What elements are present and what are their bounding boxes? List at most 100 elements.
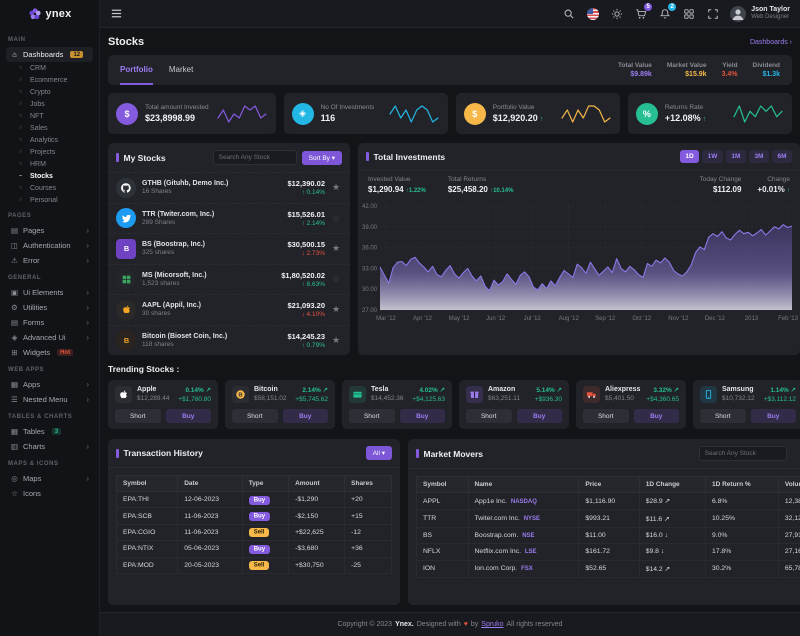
sidebar-item-tables[interactable]: ▦Tables3 — [6, 424, 93, 439]
stock-row[interactable]: BBS (Boostrap, Inc.)325 shares$30,500.15… — [108, 233, 350, 264]
buy-button[interactable]: Buy — [400, 409, 446, 423]
sidebar-item-error[interactable]: ⚠Error› — [6, 253, 93, 268]
sidebar-subitem-nft[interactable]: ○NFT — [6, 110, 93, 122]
my-stocks-search-input[interactable] — [213, 150, 297, 165]
star-filled-icon[interactable]: ★ — [332, 243, 342, 254]
notification-count-badge: 2 — [668, 3, 676, 11]
brand-logo[interactable]: ynex — [0, 0, 99, 28]
star-filled-icon[interactable]: ★ — [332, 182, 342, 193]
apps-grid-icon[interactable] — [682, 7, 696, 21]
sidebar-item-utilities[interactable]: ⚙Utilities› — [6, 300, 93, 315]
sidebar-item-pages[interactable]: ▤Pages› — [6, 223, 93, 238]
sidebar-item-charts[interactable]: ▥Charts› — [6, 439, 93, 454]
stock-row[interactable]: GTHB (Gituhb, Demo Inc.)16 Shares$12,390… — [108, 172, 350, 203]
notifications-bell-icon[interactable]: 2 — [658, 7, 672, 21]
sidebar-item-widgets[interactable]: ⊞WidgetsHot — [6, 345, 93, 360]
tab-market[interactable]: Market — [169, 55, 193, 85]
table-row[interactable]: NFLXNetflix.com Inc. LSE$161.72$9.8 ↓17.… — [417, 544, 800, 560]
short-button[interactable]: Short — [115, 409, 161, 423]
transactions-filter-button[interactable]: All ▾ — [366, 446, 392, 460]
sidebar-item-ui-elements[interactable]: ▣Ui Elements› — [6, 285, 93, 300]
stock-row[interactable]: MS (Micorsoft, Inc.)1,523 shares$1,80,52… — [108, 264, 350, 295]
range-button-3m[interactable]: 3M — [749, 150, 769, 163]
search-icon[interactable] — [562, 7, 576, 21]
portfolio-value-icon: $ — [464, 103, 486, 125]
short-button[interactable]: Short — [466, 409, 512, 423]
stock-row[interactable]: AAPL (Appil, Inc.)30 shares$21,093.20↓ 4… — [108, 294, 350, 325]
table-row[interactable]: EPA:CGIO11-06-2023Sell+$22,625-12 — [117, 524, 392, 540]
breadcrumb[interactable]: Dashboards › — [750, 39, 800, 46]
table-row[interactable]: BSBoostrap.com. NSE$11.00$16.0 ↓9.0%27,9… — [417, 527, 800, 543]
trending-stock-name: Amazon — [488, 386, 520, 393]
sidebar-item-dashboards[interactable]: ⌂Dashboards12 — [6, 47, 93, 62]
stock-row[interactable]: TTR (Twiter.com, Inc.)289 Shares$15,526.… — [108, 203, 350, 234]
cart-icon[interactable]: 5 — [634, 7, 648, 21]
sidebar-subitem-ecommerce[interactable]: ○Ecommerce — [6, 74, 93, 86]
star-outline-icon[interactable]: ☆ — [332, 274, 342, 285]
tab-portfolio[interactable]: Portfolio — [120, 55, 153, 85]
sidebar-item-forms[interactable]: ▤Forms› — [6, 315, 93, 330]
buy-button[interactable]: Buy — [166, 409, 212, 423]
footer-designer-link[interactable]: Spruko — [481, 621, 503, 628]
user-profile[interactable]: Json Taylor Web Designer — [730, 6, 790, 22]
range-button-6m[interactable]: 6M — [772, 150, 792, 163]
sidebar-subitem-analytics[interactable]: ○Analytics — [6, 134, 93, 146]
sidebar-subitem-jobs[interactable]: ○Jobs — [6, 98, 93, 110]
sidebar-item-maps[interactable]: ◎Maps› — [6, 471, 93, 486]
stock-right: $1,80,520.02↑ 8.63% — [281, 271, 325, 288]
sidebar-section-title: WEB APPS — [8, 367, 91, 373]
sidebar-item-apps[interactable]: ▦Apps› — [6, 377, 93, 392]
star-outline-icon[interactable]: ☆ — [332, 213, 342, 224]
table-row[interactable]: EPA:THI12-06-2023Buy-$1,290+20 — [117, 492, 392, 508]
table-row[interactable]: TTRTwiter.com Inc. NYSE$993.21$11.6 ↗10.… — [417, 510, 800, 527]
short-button[interactable]: Short — [583, 409, 629, 423]
sidebar-subitem-sales[interactable]: ○Sales — [6, 122, 93, 134]
market-movers-search-input[interactable] — [699, 446, 787, 461]
table-row[interactable]: IONIon.com Corp. FSX$52.65$14.2 ↗30.2%65… — [417, 560, 800, 577]
language-flag-icon[interactable] — [586, 7, 600, 21]
bullet-icon: ○ — [19, 149, 25, 155]
sidebar-subitem-personal[interactable]: ○Personal — [6, 194, 93, 206]
star-filled-icon[interactable]: ★ — [332, 304, 342, 315]
sidebar-item-label: Authentication — [23, 241, 71, 250]
sidebar-subitem-label: CRM — [30, 65, 46, 72]
sidebar-subitem-label: Crypto — [30, 89, 51, 96]
svg-text:Jun '12: Jun '12 — [486, 316, 506, 322]
buy-button[interactable]: Buy — [634, 409, 680, 423]
buy-button[interactable]: Buy — [517, 409, 563, 423]
sidebar-subitem-stocks[interactable]: –Stocks — [6, 170, 93, 182]
theme-toggle-icon[interactable] — [610, 7, 624, 21]
table-row[interactable]: EPA:SCB11-06-2023Buy-$2,150+15 — [117, 508, 392, 524]
short-button[interactable]: Short — [700, 409, 746, 423]
trending-pct-change: 2.14% ↗ — [295, 386, 328, 394]
sidebar-item-nested-menu[interactable]: ☰Nested Menu› — [6, 392, 93, 407]
sidebar-subitem-crm[interactable]: ○CRM — [6, 62, 93, 74]
range-button-1w[interactable]: 1W — [702, 150, 723, 163]
table-row[interactable]: EPA:MOD20-05-2023Sell+$30,750-25 — [117, 557, 392, 573]
sidebar-item-authentication[interactable]: ◫Authentication› — [6, 238, 93, 253]
fullscreen-icon[interactable] — [706, 7, 720, 21]
hamburger-menu-icon[interactable] — [110, 7, 123, 20]
range-button-1d[interactable]: 1D — [680, 150, 699, 163]
sidebar-subitem-crypto[interactable]: ○Crypto — [6, 86, 93, 98]
star-filled-icon[interactable]: ★ — [332, 335, 342, 346]
sidebar-subitem-projects[interactable]: ○Projects — [6, 146, 93, 158]
table-row[interactable]: APPLApp1e Inc. NASDAQ$1,116.90$28.9 ↗6.8… — [417, 493, 800, 510]
footer-by: by — [471, 621, 478, 628]
stock-row[interactable]: BBitcoin (Bioset Coin, Inc.)118 shares$1… — [108, 325, 350, 356]
accent-bar — [366, 152, 369, 161]
sidebar-item-icons[interactable]: ☆Icons — [6, 486, 93, 501]
short-button[interactable]: Short — [349, 409, 395, 423]
sidebar-item-advanced-ui[interactable]: ◈Advanced Ui› — [6, 330, 93, 345]
table-row[interactable]: EPA:NTIX05-06-2023Buy-$3,680+36 — [117, 541, 392, 557]
my-stocks-sort-button[interactable]: Sort By ▾ — [302, 151, 342, 165]
buy-button[interactable]: Buy — [751, 409, 797, 423]
investment-stat-value: $112.09 — [700, 185, 742, 194]
short-button[interactable]: Short — [232, 409, 278, 423]
range-button-1m[interactable]: 1M — [726, 150, 746, 163]
sidebar-subitem-courses[interactable]: ○Courses — [6, 182, 93, 194]
twitter-icon — [116, 208, 136, 228]
column-header: Shares — [345, 476, 392, 492]
buy-button[interactable]: Buy — [283, 409, 329, 423]
sidebar-subitem-hrm[interactable]: ○HRM — [6, 158, 93, 170]
